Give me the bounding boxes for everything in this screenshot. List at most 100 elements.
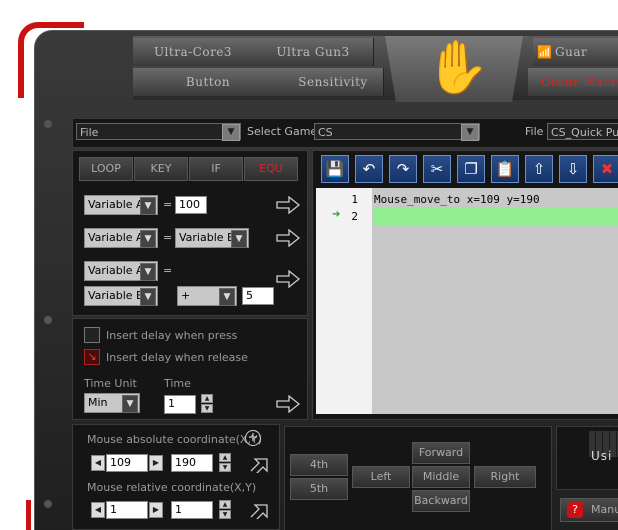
delay-release-checkbox[interactable]: ↘: [84, 349, 100, 365]
relative-coordinate-label: Mouse relative coordinate(X,Y): [87, 481, 257, 494]
variable-select[interactable]: Variable A ▼: [84, 195, 158, 215]
variable-select-value: Variable A: [88, 198, 144, 211]
file-toolbar: File ▼ Select Game CS ▼ File CS_Quick Pu…: [72, 118, 618, 148]
equ-button[interactable]: EQU: [244, 157, 298, 181]
file-value: CS_Quick Purc: [551, 126, 618, 139]
arrow-diagonal-icon[interactable]: [249, 497, 271, 519]
bolt-icon: [44, 120, 52, 128]
abs-y-down-button[interactable]: ▼: [219, 463, 231, 472]
rel-y-up-button[interactable]: ▲: [219, 500, 231, 509]
tab-guard[interactable]: 📶 Guar: [533, 38, 618, 66]
manual-button[interactable]: ? Manu: [560, 498, 618, 522]
chevron-down-icon: ▼: [222, 124, 240, 141]
move-down-icon[interactable]: ⇩: [559, 155, 587, 183]
time-unit-value: Min: [88, 396, 108, 409]
rel-y-down-button[interactable]: ▼: [219, 510, 231, 519]
command-panel: LOOP KEY IF EQU Variable A ▼ = 100 Varia…: [72, 150, 308, 316]
manual-label: Manu: [591, 503, 618, 516]
current-code-line[interactable]: [374, 208, 618, 225]
file-select[interactable]: CS_Quick Purc: [547, 123, 618, 140]
if-button[interactable]: IF: [189, 157, 243, 181]
move-up-icon[interactable]: ⇧: [525, 155, 553, 183]
rel-x-decrease-button[interactable]: ◀: [91, 502, 105, 518]
rel-x-input[interactable]: 1: [106, 501, 148, 519]
time-unit-label: Time Unit: [84, 377, 137, 390]
time-label: Time: [164, 377, 191, 390]
tab-oscar-macro[interactable]: Oscar Macro: [528, 68, 618, 96]
mouse-5th-button[interactable]: 5th: [290, 478, 348, 500]
line-number: 1: [351, 193, 358, 206]
arrow-right-icon[interactable]: [276, 270, 300, 288]
user-panel: Usi: [556, 426, 618, 490]
rel-y-input[interactable]: 1: [171, 501, 213, 519]
variable-select-value: Variable A: [88, 231, 144, 244]
arrow-right-icon[interactable]: [276, 395, 300, 413]
abs-y-input[interactable]: 190: [171, 454, 213, 472]
arrow-right-icon[interactable]: [276, 196, 300, 214]
chevron-down-icon: ▼: [140, 263, 156, 281]
tab-strip: Ultra-Core3 Ultra Gun3 Button Sensitivit…: [133, 36, 618, 100]
time-down-button[interactable]: ▼: [201, 404, 213, 413]
line-number: 2: [351, 210, 358, 223]
arrow-right-icon[interactable]: [276, 229, 300, 247]
loop-button[interactable]: LOOP: [79, 157, 133, 181]
equals-sign: =: [163, 198, 173, 211]
tab-ultra-gun3[interactable]: Ultra Gun3: [253, 38, 374, 66]
delay-press-checkbox[interactable]: [84, 327, 100, 343]
chevron-down-icon: ▼: [461, 124, 479, 141]
file-label: File: [525, 125, 544, 138]
line-gutter: [316, 188, 372, 414]
rel-x-increase-button[interactable]: ▶: [149, 502, 163, 518]
delay-panel: Insert delay when press ↘ Insert delay w…: [72, 318, 308, 420]
tab-button[interactable]: Button: [133, 68, 284, 96]
arrow-diagonal-icon[interactable]: [249, 451, 271, 473]
crosshair-icon[interactable]: ✛: [245, 430, 261, 446]
mouse-4th-button[interactable]: 4th: [290, 454, 348, 476]
red-corner-decoration: [18, 22, 84, 98]
code-line[interactable]: Mouse_move_to x=109 y=190: [374, 193, 540, 206]
operand-input[interactable]: 5: [242, 287, 274, 305]
time-unit-select[interactable]: Min ▼: [84, 393, 140, 413]
chevron-down-icon: ▼: [219, 288, 235, 306]
abs-x-input[interactable]: 109: [106, 454, 148, 472]
help-icon: ?: [567, 502, 583, 518]
copy-icon[interactable]: ❐: [457, 155, 485, 183]
mouse-backward-button[interactable]: Backward: [412, 490, 470, 512]
operator-select[interactable]: + ▼: [177, 286, 237, 306]
bloody-hand-logo: ✋: [425, 38, 490, 98]
time-up-button[interactable]: ▲: [201, 394, 213, 403]
chevron-down-icon: ▼: [231, 230, 247, 248]
game-select[interactable]: CS ▼: [314, 123, 480, 141]
chevron-down-icon: ▼: [140, 230, 156, 248]
undo-icon[interactable]: ↶: [355, 155, 383, 183]
delay-release-label: Insert delay when release: [106, 351, 248, 364]
mouse-right-button[interactable]: Right: [474, 466, 536, 488]
mouse-middle-button[interactable]: Middle: [412, 466, 470, 488]
tab-sensitivity[interactable]: Sensitivity: [283, 68, 384, 96]
chevron-down-icon: ▼: [140, 288, 156, 306]
file-menu-value: File: [80, 126, 99, 139]
cut-icon[interactable]: ✂: [423, 155, 451, 183]
variable-select[interactable]: Variable B ▼: [84, 286, 158, 306]
redo-icon[interactable]: ↷: [389, 155, 417, 183]
select-game-label: Select Game: [247, 125, 318, 138]
variable-select[interactable]: Variable A ▼: [84, 228, 158, 248]
variable-select[interactable]: Variable A ▼: [84, 261, 158, 281]
save-icon[interactable]: 💾: [321, 155, 349, 183]
tab-ultra-core3[interactable]: Ultra-Core3: [133, 38, 254, 66]
key-button[interactable]: KEY: [134, 157, 188, 181]
user-label: Usi: [591, 449, 613, 463]
file-menu-select[interactable]: File ▼: [76, 123, 241, 141]
value-input[interactable]: 100: [175, 196, 207, 214]
paste-icon[interactable]: 📋: [491, 155, 519, 183]
current-line-arrow-icon: ➔: [332, 209, 341, 220]
target-variable-select[interactable]: Variable B ▼: [175, 228, 249, 248]
abs-y-up-button[interactable]: ▲: [219, 453, 231, 462]
delete-icon[interactable]: ✖: [593, 155, 618, 183]
abs-x-increase-button[interactable]: ▶: [149, 455, 163, 471]
time-input[interactable]: 1: [164, 395, 196, 414]
abs-x-decrease-button[interactable]: ◀: [91, 455, 105, 471]
equals-sign: =: [163, 231, 173, 244]
mouse-left-button[interactable]: Left: [352, 466, 410, 488]
mouse-forward-button[interactable]: Forward: [412, 442, 470, 464]
